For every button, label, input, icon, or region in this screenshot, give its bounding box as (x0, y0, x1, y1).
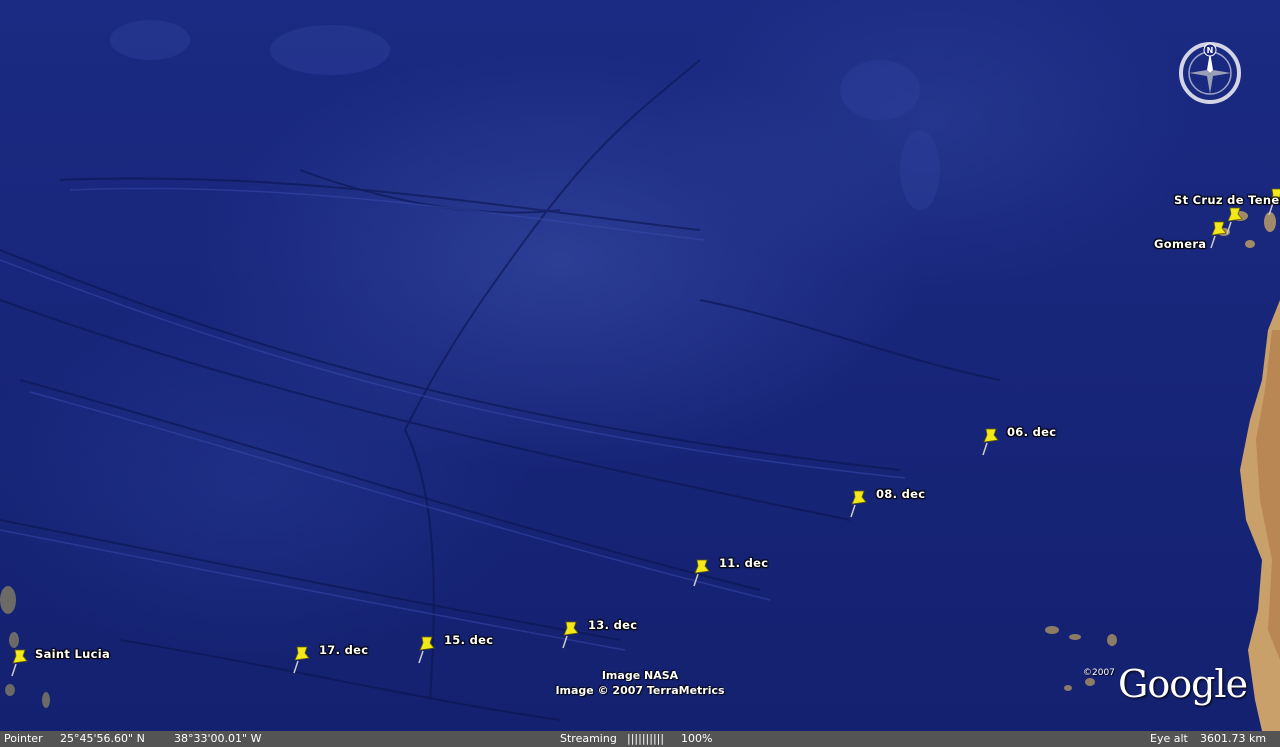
placemark-pin-gomera[interactable] (1208, 218, 1232, 250)
pointer-latitude: 25°45'56.60" N (60, 732, 145, 745)
placemark-label-13-dec[interactable]: 13. dec (588, 618, 637, 632)
placemark-pin-06-dec[interactable] (980, 425, 1004, 457)
placemark-label-11-dec[interactable]: 11. dec (719, 556, 768, 570)
imagery-credit-nasa: Image NASA (601, 669, 679, 682)
placemark-pin-15-dec[interactable] (416, 633, 440, 665)
placemark-pin-13-dec[interactable] (560, 618, 584, 650)
eye-alt-label: Eye alt (1150, 732, 1188, 745)
imagery-credit-terrametrics: Image © 2007 TerraMetrics (555, 684, 725, 697)
compass-north-label: N (1207, 46, 1214, 55)
eye-alt-value: 3601.73 km (1200, 732, 1267, 745)
compass-icon: N (1179, 42, 1241, 104)
placemark-label-08-dec[interactable]: 08. dec (876, 487, 925, 501)
placemark-label-gomera[interactable]: Gomera (1154, 237, 1206, 251)
placemark-pin-17-dec[interactable] (291, 643, 315, 675)
streaming-progress-bar: |||||||||| (627, 732, 665, 745)
placemark-label-17-dec[interactable]: 17. dec (319, 643, 368, 657)
streaming-label: Streaming (560, 732, 617, 745)
copyright-notice: ©2007 (1083, 668, 1115, 678)
pointer-longitude: 38°33'00.01" W (174, 732, 262, 745)
google-logo: Google (1118, 662, 1248, 706)
placemark-pin-11-dec[interactable] (691, 556, 715, 588)
pointer-label: Pointer (4, 732, 43, 745)
placemark-label-06-dec[interactable]: 06. dec (1007, 425, 1056, 439)
map-view[interactable]: St Cruz de Tener Gomera 06. dec 08. dec … (0, 0, 1280, 731)
placemark-pin-08-dec[interactable] (848, 487, 872, 519)
streaming-percent: 100% (681, 732, 713, 745)
placemark-label-15-dec[interactable]: 15. dec (444, 633, 493, 647)
status-bar: Pointer 25°45'56.60" N 38°33'00.01" W St… (0, 731, 1280, 747)
placemark-label-saint-lucia[interactable]: Saint Lucia (35, 647, 110, 661)
placemark-pin-saint-lucia[interactable] (9, 646, 33, 678)
compass-navigation-control[interactable]: N (1177, 40, 1243, 106)
ocean-floor-relief (0, 20, 1280, 731)
